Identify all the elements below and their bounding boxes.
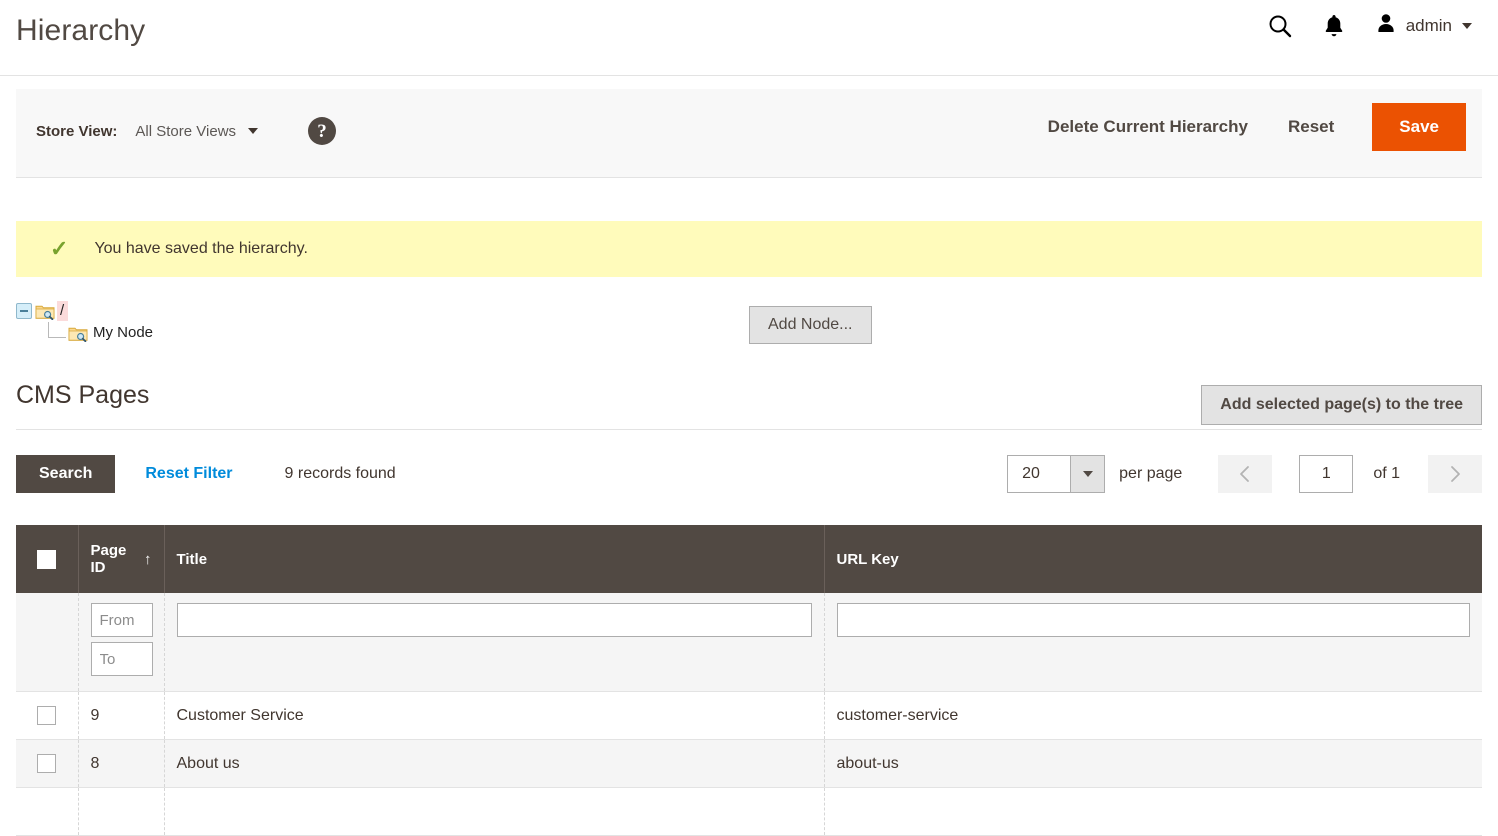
add-node-button[interactable]: Add Node... [749,306,872,344]
cell-url-key: customer-service [824,691,1482,740]
store-view-switcher: Store View: All Store Views ? [36,117,337,145]
row-checkbox[interactable] [37,706,57,725]
row-checkbox[interactable] [37,754,57,773]
select-all-checkbox[interactable] [37,549,57,569]
page-header: Hierarchy admin [0,0,1498,76]
user-name: admin [1405,15,1452,35]
per-page-label: per page [1119,465,1183,482]
reset-button[interactable]: Reset [1268,105,1354,149]
cell-page-id: 8 [78,739,165,788]
column-header-url-key[interactable]: URL Key [824,525,1482,593]
per-page-value: 20 [1022,465,1040,482]
store-view-select[interactable]: All Store Views [135,122,259,140]
collapse-minus-icon[interactable] [16,303,32,319]
success-message-text: You have saved the hierarchy. [94,240,308,257]
column-header-page-id[interactable]: Page ID ↑ [78,525,165,593]
grid-toolbar-left: Search Reset Filter 9 records found [16,455,396,493]
url-key-filter-input[interactable] [836,603,1470,637]
cell-url-key [824,787,1482,836]
page-title: Hierarchy [16,14,146,47]
row-select-cell[interactable] [16,691,79,740]
check-icon: ✓ [50,236,69,261]
cms-pages-title: CMS Pages [16,381,150,409]
per-page-select[interactable]: 20 [1007,455,1106,493]
page-toolbar: Store View: All Store Views ? Delete Cur… [16,89,1482,178]
grid-header-row: Page ID ↑ Title URL Key [16,525,1482,593]
chevron-down-icon [1070,456,1105,492]
previous-page-button[interactable] [1218,455,1273,493]
filter-cell-title [164,593,825,692]
records-found-label: 9 records found [284,465,396,482]
section-divider [16,429,1482,430]
grid-body: 9 Customer Service customer-service 8 Ab… [16,593,1482,836]
total-pages-label: of 1 [1373,465,1400,482]
tree-node-root[interactable]: / [16,300,716,322]
filter-cell-page-id [78,593,165,692]
tree-node-root-label[interactable]: / [57,301,69,321]
filter-cell-empty [16,593,79,692]
save-button[interactable]: Save [1372,103,1466,151]
chevron-down-icon [248,128,259,134]
sort-ascending-icon: ↑ [144,550,152,568]
folder-search-icon [68,325,88,342]
cell-title: About us [164,739,825,788]
page-id-to-input[interactable] [90,642,153,676]
chevron-down-icon [1462,22,1472,29]
user-avatar-icon [1375,12,1397,39]
cell-title: Customer Service [164,691,825,740]
toolbar-actions: Delete Current Hierarchy Reset Save [1028,103,1466,151]
user-menu[interactable]: admin [1375,12,1472,39]
grid-header: Page ID ↑ Title URL Key [16,525,1482,593]
store-view-label: Store View: [36,122,118,140]
question-mark-icon[interactable]: ? [308,117,337,145]
tree-elbow-line [48,322,66,338]
next-page-button[interactable] [1428,455,1482,493]
delete-current-hierarchy-button[interactable]: Delete Current Hierarchy [1028,105,1268,149]
title-filter-input[interactable] [176,603,812,637]
row-select-cell[interactable] [16,739,79,788]
cell-title [164,787,825,836]
cell-page-id [78,787,165,836]
grid-pagination: 20 per page of 1 [1007,455,1482,493]
tree-node-my-node-label[interactable]: My Node [90,323,157,343]
folder-search-icon [35,303,55,320]
column-header-select-all[interactable] [16,525,79,593]
bell-icon[interactable] [1323,13,1345,38]
cell-page-id: 9 [78,691,165,740]
add-selected-pages-button[interactable]: Add selected page(s) to the tree [1201,385,1482,425]
table-row[interactable]: 8 About us about-us [16,739,1482,788]
column-header-page-id-label: Page ID [90,542,127,576]
success-message: ✓ You have saved the hierarchy. [16,221,1482,277]
table-row[interactable]: 9 Customer Service customer-service [16,691,1482,740]
reset-filter-link[interactable]: Reset Filter [145,465,232,483]
store-view-value: All Store Views [135,122,237,140]
column-header-title[interactable]: Title [164,525,825,593]
grid-filter-row [16,593,1482,692]
hierarchy-tree: / My Node [16,300,716,344]
grid-toolbar: Search Reset Filter 9 records found 20 p… [16,455,1482,507]
current-page-input[interactable] [1299,455,1354,493]
search-button[interactable]: Search [16,455,116,493]
row-select-cell[interactable] [16,787,79,836]
table-row[interactable] [16,787,1482,836]
cell-url-key: about-us [824,739,1482,788]
search-icon[interactable] [1267,13,1293,39]
filter-cell-url-key [824,593,1482,692]
cms-pages-grid: Page ID ↑ Title URL Key 9 Custo [16,525,1482,836]
tree-node-my-node[interactable]: My Node [16,322,716,344]
page-id-from-input[interactable] [90,603,153,637]
header-actions: admin [1267,12,1472,39]
